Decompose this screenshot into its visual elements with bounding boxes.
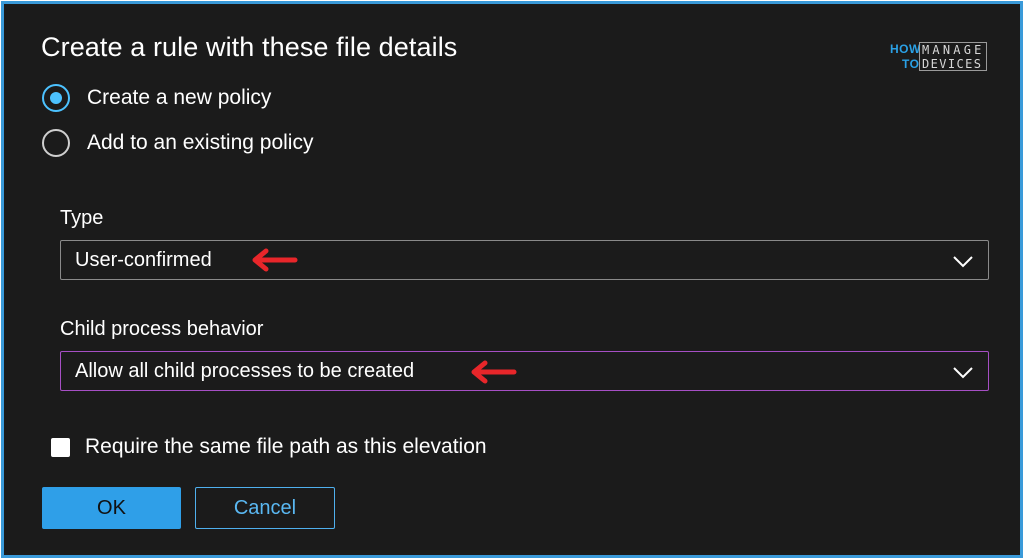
chevron-down-icon	[953, 367, 973, 379]
chevron-down-icon	[953, 256, 973, 268]
type-label: Type	[60, 207, 104, 229]
radio-create-new-policy[interactable]: Create a new policy	[42, 82, 271, 114]
radio-label-add-existing-policy: Add to an existing policy	[87, 131, 314, 154]
create-rule-dialog: Create a rule with these file details HO…	[4, 4, 1020, 555]
howtomanagedevices-logo: HOW TO MANAGE DEVICES	[890, 42, 990, 76]
require-same-path-checkbox[interactable]	[51, 437, 70, 457]
cancel-button[interactable]: Cancel	[195, 487, 335, 529]
radio-label-create-new-policy: Create a new policy	[87, 86, 272, 109]
logo-to-text: TO	[902, 57, 920, 71]
ok-button[interactable]: OK	[42, 487, 181, 529]
logo-how-text: HOW	[890, 42, 921, 56]
require-same-path-label: Require the same file path as this eleva…	[85, 435, 487, 458]
child-process-label: Child process behavior	[60, 318, 264, 340]
child-process-dropdown-value: Allow all child processes to be created	[75, 360, 415, 382]
radio-button-unselected[interactable]	[42, 129, 70, 157]
logo-manage-text: MANAGE	[922, 43, 985, 57]
radio-dot	[50, 92, 62, 104]
type-dropdown-value: User-confirmed	[75, 249, 212, 271]
type-dropdown[interactable]: User-confirmed	[60, 240, 989, 280]
annotation-arrow-icon	[471, 360, 517, 384]
radio-add-existing-policy[interactable]: Add to an existing policy	[42, 127, 313, 159]
child-process-dropdown[interactable]: Allow all child processes to be created	[60, 351, 989, 391]
annotation-arrow-icon	[252, 248, 298, 272]
dialog-title: Create a rule with these file details	[41, 32, 458, 62]
require-same-path-checkbox-row[interactable]: Require the same file path as this eleva…	[51, 432, 487, 462]
radio-button-selected[interactable]	[42, 84, 70, 112]
screenshot-frame: Create a rule with these file details HO…	[1, 1, 1023, 558]
logo-devices-text: DEVICES	[922, 57, 983, 71]
